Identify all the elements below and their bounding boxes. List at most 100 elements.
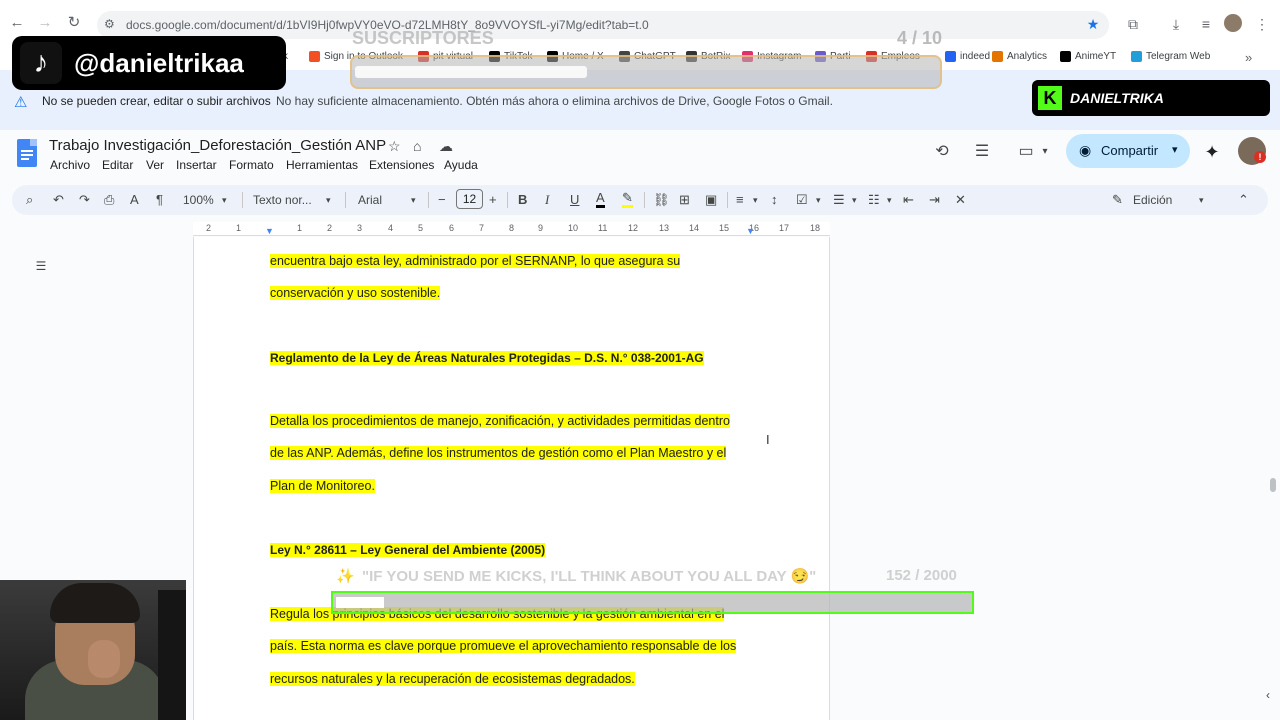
banner-message[interactable]: No hay suficiente almacenamiento. Obtén …: [276, 94, 833, 108]
ruler-number: 2: [327, 223, 333, 233]
banner-title: No se pueden crear, editar o subir archi…: [42, 94, 271, 108]
underline-icon[interactable]: U: [570, 191, 579, 209]
print-icon[interactable]: ⎙: [104, 191, 114, 209]
paint-format-icon[interactable]: ¶: [156, 191, 163, 209]
ruler-number: 4: [388, 223, 394, 233]
menu-item[interactable]: Ver: [146, 158, 164, 172]
clear-formatting-icon[interactable]: ✕: [955, 191, 966, 209]
decrease-font-size-icon[interactable]: −: [438, 191, 446, 209]
docs-logo-line: [21, 158, 29, 160]
reload-icon[interactable]: ↻: [65, 14, 83, 32]
menu-item[interactable]: Herramientas: [286, 158, 358, 172]
menu-item[interactable]: Editar: [102, 158, 133, 172]
bookmark-favicon-icon: [1060, 51, 1071, 62]
italic-icon[interactable]: I: [545, 191, 549, 209]
webcam-person-hair: [50, 583, 140, 623]
extensions-icon[interactable]: ⧉: [1123, 14, 1143, 34]
menu-item[interactable]: Archivo: [50, 158, 90, 172]
bookmark-item[interactable]: AnimeYT: [1060, 51, 1116, 62]
download-icon[interactable]: ⤓: [1166, 14, 1186, 34]
style-caret-icon[interactable]: ▾: [326, 191, 331, 209]
font-size-input[interactable]: 12: [456, 189, 483, 209]
move-folder-icon[interactable]: ⌂: [413, 138, 421, 154]
docs-logo-icon[interactable]: [17, 139, 37, 167]
line-spacing-icon[interactable]: ↕: [771, 191, 778, 209]
align-caret-icon[interactable]: ▾: [753, 191, 758, 209]
font-select[interactable]: Arial: [358, 191, 382, 209]
ruler-number: 11: [598, 223, 608, 233]
mode-caret-icon[interactable]: ▾: [1199, 191, 1204, 209]
highlighted-text: Detalla los procedimientos de manejo, zo…: [270, 414, 730, 428]
toolbar-divider: [345, 192, 346, 208]
meet-caret-icon[interactable]: ▾: [1034, 141, 1056, 163]
style-select[interactable]: Texto nor...: [253, 191, 312, 209]
gemini-icon[interactable]: ✦: [1201, 141, 1223, 163]
ruler-number: 18: [810, 223, 821, 233]
hide-menus-icon[interactable]: ⌃: [1238, 191, 1249, 209]
kick-logo-icon: K: [1038, 86, 1062, 110]
numbered-caret-icon[interactable]: ▾: [887, 191, 892, 209]
increase-indent-icon[interactable]: ⇥: [929, 191, 940, 209]
scrollbar-thumb[interactable]: [1270, 478, 1276, 492]
bullet-caret-icon[interactable]: ▾: [852, 191, 857, 209]
kick-channel-name: DANIELTRIKA: [1070, 90, 1164, 106]
avatar-alert-badge: !: [1254, 151, 1266, 163]
site-settings-icon[interactable]: ⚙: [104, 17, 115, 31]
highlighted-text: Plan de Monitoreo.: [270, 479, 375, 493]
right-indent-marker-icon[interactable]: ▼: [746, 226, 755, 236]
menu-item[interactable]: Formato: [229, 158, 274, 172]
ruler-number: 12: [628, 223, 639, 233]
left-indent-marker-icon[interactable]: ▼: [265, 226, 274, 236]
add-comment-icon[interactable]: ⊞: [679, 191, 690, 209]
insert-link-icon[interactable]: ⛓: [653, 191, 670, 209]
cloud-status-icon[interactable]: ☁: [439, 138, 453, 155]
media-icon[interactable]: ≡: [1196, 14, 1216, 34]
checklist-caret-icon[interactable]: ▾: [816, 191, 821, 209]
star-icon[interactable]: ☆: [388, 138, 401, 155]
browser-menu-icon[interactable]: ⋮: [1252, 14, 1272, 34]
edit-mode-icon[interactable]: ✎: [1112, 191, 1123, 209]
spellcheck-icon[interactable]: A: [130, 191, 139, 209]
bookmark-item[interactable]: Analytics: [992, 51, 1047, 62]
bookmark-item[interactable]: indeed: [945, 51, 990, 62]
highlight-color-icon[interactable]: ✎: [622, 191, 633, 208]
document-outline-icon[interactable]: ☰: [33, 259, 49, 275]
text-color-icon[interactable]: A: [596, 191, 605, 208]
menu-item[interactable]: Insertar: [176, 158, 217, 172]
back-icon[interactable]: ←: [8, 14, 26, 32]
bold-icon[interactable]: B: [518, 191, 527, 209]
scroll-up-icon[interactable]: ‹: [1266, 688, 1270, 702]
forward-icon[interactable]: →: [36, 14, 54, 32]
menu-item[interactable]: Ayuda: [444, 158, 478, 172]
ruler-number: 15: [719, 223, 730, 233]
redo-icon[interactable]: ↷: [79, 191, 90, 209]
highlighted-text: Ley N.° 28611 – Ley General del Ambiente…: [270, 543, 546, 557]
kicks-goal-count: 152 / 2000: [886, 567, 957, 584]
zoom-select[interactable]: 100%: [183, 191, 214, 209]
profile-icon[interactable]: [1224, 14, 1242, 32]
insert-image-icon[interactable]: ▣: [705, 191, 717, 209]
document-title[interactable]: Trabajo Investigación_Deforestación_Gest…: [49, 137, 386, 154]
version-history-icon[interactable]: ⟲: [931, 141, 953, 163]
more-bookmarks-icon[interactable]: »: [1245, 50, 1252, 65]
bookmark-item[interactable]: Telegram Web: [1131, 51, 1210, 62]
align-icon[interactable]: ≡: [736, 191, 744, 209]
comments-icon[interactable]: ☰: [971, 141, 993, 163]
search-menus-icon[interactable]: ⌕: [26, 191, 33, 209]
undo-icon[interactable]: ↶: [53, 191, 64, 209]
bulleted-list-icon[interactable]: ☰: [833, 191, 845, 209]
numbered-list-icon[interactable]: ☷: [868, 191, 880, 209]
font-caret-icon[interactable]: ▾: [411, 191, 416, 209]
zoom-caret-icon[interactable]: ▾: [222, 191, 227, 209]
globe-icon: ◉: [1079, 142, 1092, 158]
decrease-indent-icon[interactable]: ⇤: [903, 191, 914, 209]
share-caret-icon[interactable]: ▾: [1172, 143, 1178, 156]
bookmark-star-icon[interactable]: ★: [1083, 14, 1103, 34]
bookmark-label: Analytics: [1007, 51, 1048, 62]
highlighted-text: país. Esta norma es clave porque promuev…: [270, 639, 737, 653]
increase-font-size-icon[interactable]: +: [489, 191, 497, 209]
checklist-icon[interactable]: ☑: [796, 191, 808, 209]
mode-select[interactable]: Edición: [1133, 191, 1172, 209]
menu-item[interactable]: Extensiones: [369, 158, 434, 172]
kicks-goal-fill: [336, 597, 384, 608]
